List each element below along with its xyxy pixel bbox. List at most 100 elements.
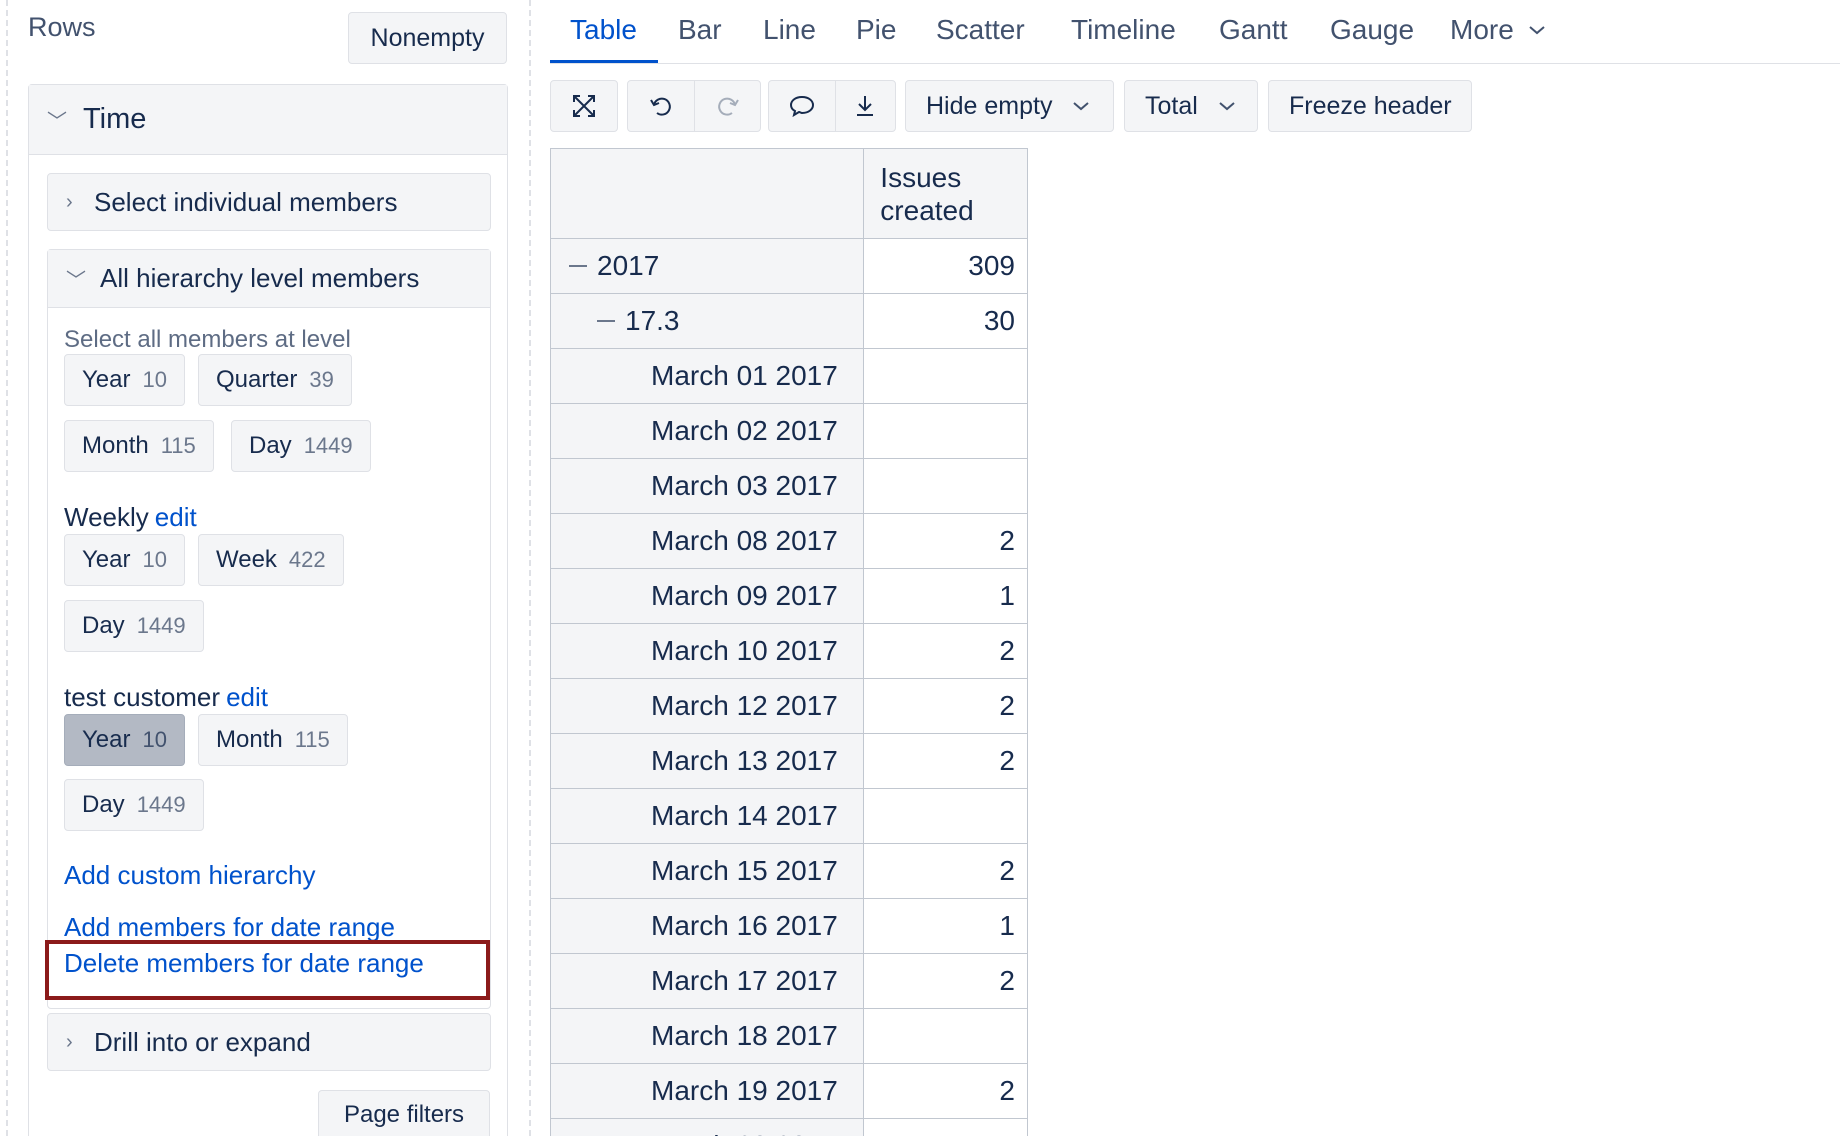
row-label: 2017 [597,250,660,281]
chevron-down-icon: ﹀ [47,111,67,133]
tab-line[interactable]: Line [763,14,816,46]
table-row: 2017 309 [551,239,1028,294]
row-header-cell[interactable]: March 09 2017 [551,569,865,624]
test-customer-chip-month[interactable]: Month 115 [198,714,348,766]
value-cell [864,789,1028,844]
tab-timeline[interactable]: Timeline [1071,14,1176,46]
table-row: March 15 2017 2 [551,844,1028,899]
total-dropdown[interactable]: Total [1124,80,1258,132]
all-hierarchy-level-members-label: All hierarchy level members [100,263,420,293]
view-tabs: Table Bar Line Pie Scatter Timeline Gant… [550,0,1840,64]
table-row: March 17 2017 2 [551,954,1028,1009]
table-row: March 18 2017 [551,1009,1028,1064]
level-chip-quarter[interactable]: Quarter 39 [198,354,352,406]
row-header-cell[interactable]: March 03 2017 [551,459,865,514]
tab-table[interactable]: Table [570,14,637,46]
all-hierarchy-level-members-header[interactable]: ﹀ All hierarchy level members [48,250,490,308]
fullscreen-icon [573,95,595,117]
row-header-cell[interactable]: March 18 2017 [551,1009,865,1064]
tab-bar[interactable]: Bar [678,14,722,46]
row-header-cell[interactable]: March 15 2017 [551,844,865,899]
highlight-box [45,940,490,1000]
row-header-cell[interactable]: March 02 2017 [551,404,865,459]
row-header-cell[interactable]: March 12 2017 [551,679,865,734]
row-label: March 14 2017 [651,800,838,831]
collapse-icon[interactable] [597,320,615,322]
comment-button[interactable] [769,81,835,131]
row-label: March 13 2017 [651,745,838,776]
row-label: March 03 2017 [651,470,838,501]
row-header-cell[interactable]: March 17 2017 [551,954,865,1009]
value-cell: 30 [864,294,1028,349]
freeze-header-label: Freeze header [1289,91,1452,120]
test-customer-chip-year[interactable]: Year 10 [64,714,185,766]
row-label: March 16 2017 [651,910,838,941]
weekly-chip-year[interactable]: Year 10 [64,534,185,586]
undo-icon [650,97,671,116]
row-header-cell[interactable]: March 01 2017 [551,349,865,404]
active-tab-underline [550,60,658,63]
row-header-cell[interactable]: March 16 2017 [551,899,865,954]
chevron-down-icon [1219,102,1235,111]
row-header-cell[interactable]: March 19 2017 [551,1064,865,1119]
freeze-header-button[interactable]: Freeze header [1268,80,1472,132]
value-cell [864,459,1028,514]
table-row: March 12 2017 2 [551,679,1028,734]
drill-into-expand-label: Drill into or expand [94,1026,311,1057]
table-header-row: Issues created [551,149,1028,239]
column-header-issues-created[interactable]: Issues created [864,149,1028,239]
undo-button[interactable] [628,81,694,131]
table-row: March 08 2017 2 [551,514,1028,569]
hide-empty-label: Hide empty [926,91,1053,120]
row-header-cell[interactable]: March 14 2017 [551,789,865,844]
tab-gauge[interactable]: Gauge [1330,14,1414,46]
tab-more[interactable]: More [1450,14,1546,46]
tab-gantt[interactable]: Gantt [1219,14,1287,46]
value-cell [864,404,1028,459]
tab-pie[interactable]: Pie [856,14,896,46]
table-row: March 09 2017 1 [551,569,1028,624]
value-cell: 2 [864,954,1028,1009]
row-label: March 02 2017 [651,415,838,446]
row-header-cell[interactable]: March 13 2017 [551,734,865,789]
weekly-chip-day[interactable]: Day 1449 [64,600,204,652]
tab-scatter[interactable]: Scatter [936,14,1025,46]
select-individual-members-button[interactable]: › Select individual members [47,173,491,231]
row-label: March 12 2017 [651,690,838,721]
level-chip-month[interactable]: Month 115 [64,420,214,472]
fullscreen-button[interactable] [550,80,618,132]
chevron-down-icon [1073,102,1090,111]
table-row: March 03 2017 [551,459,1028,514]
level-chip-day[interactable]: Day 1449 [231,420,371,472]
value-cell: 2 [864,844,1028,899]
value-cell [864,1009,1028,1064]
add-members-date-range-link[interactable]: Add members for date range [64,912,395,943]
redo-button[interactable] [694,81,760,131]
weekly-chip-week[interactable]: Week 422 [198,534,344,586]
test-customer-chip-day[interactable]: Day 1449 [64,779,204,831]
row-header-cell[interactable]: March 08 2017 [551,514,865,569]
collapse-icon[interactable] [569,265,587,267]
undo-redo-group [627,80,761,132]
row-header-cell[interactable]: March 10 2017 [551,624,865,679]
hide-empty-dropdown[interactable]: Hide empty [905,80,1114,132]
row-label: March 10 2017 [651,635,838,666]
value-cell: 309 [864,239,1028,294]
nonempty-button[interactable]: Nonempty [348,12,507,64]
row-header-cell[interactable]: 2017 [551,239,865,294]
row-header-cell[interactable]: March 20 2017 [551,1119,865,1136]
row-header-cell[interactable]: 17.3 [551,294,865,349]
download-button[interactable] [834,81,895,131]
test-customer-edit-link[interactable]: edit [226,682,268,712]
test-customer-hierarchy-title: test customer edit [64,682,268,712]
time-dimension-header[interactable]: ﹀ Time [29,85,507,155]
page-filters-button[interactable]: Page filters [318,1090,490,1136]
value-cell: 2 [864,1064,1028,1119]
add-custom-hierarchy-link[interactable]: Add custom hierarchy [64,860,315,891]
row-label: March 01 2017 [651,360,838,391]
level-chip-year[interactable]: Year 10 [64,354,185,406]
row-label: March 15 2017 [651,855,838,886]
value-cell: 2 [864,679,1028,734]
weekly-edit-link[interactable]: edit [155,502,197,532]
drill-into-expand-button[interactable]: › Drill into or expand [47,1013,491,1071]
